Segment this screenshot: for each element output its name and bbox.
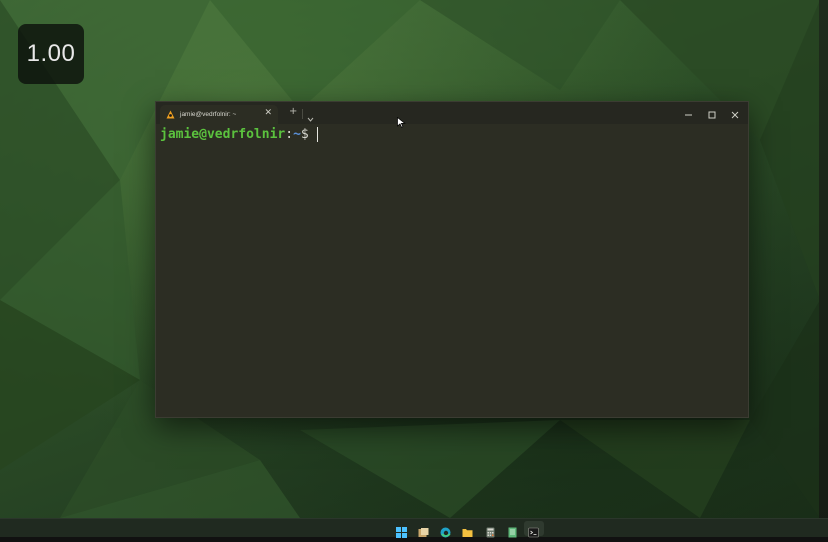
chevron-down-icon[interactable] — [307, 108, 314, 122]
terminal-icon[interactable] — [528, 523, 539, 538]
prompt-path: ~ — [293, 127, 301, 142]
maximize-icon[interactable] — [705, 106, 719, 119]
terminal-titlebar[interactable]: jamie@vedrfolnir: ~ ✕ + — [156, 102, 748, 124]
new-tab-button[interactable]: + — [289, 106, 297, 117]
taskbar — [0, 518, 828, 538]
tab-terminal[interactable]: jamie@vedrfolnir: ~ ✕ — [160, 105, 278, 124]
calculator-icon[interactable] — [485, 523, 496, 538]
prompt-colon: : — [285, 127, 294, 142]
tab-title: jamie@vedrfolnir: ~ — [180, 111, 237, 118]
tab-divider — [302, 109, 303, 119]
zoom-indicator: 1.00 — [18, 24, 84, 84]
tab-close-icon[interactable]: ✕ — [264, 108, 272, 118]
shell-prompt: jamie@vedrfolnir: ~ $ — [160, 127, 318, 142]
terminal-window[interactable]: jamie@vedrfolnir: ~ ✕ + jamie@vedrfolnir… — [155, 101, 749, 418]
linux-penguin-icon — [166, 110, 175, 119]
minimize-icon[interactable] — [682, 106, 696, 118]
text-cursor — [316, 127, 318, 142]
file-explorer-icon[interactable] — [418, 523, 429, 537]
start-icon[interactable] — [396, 523, 407, 538]
terminal-output[interactable]: jamie@vedrfolnir: ~ $ — [156, 124, 748, 417]
screen-edge — [819, 0, 828, 536]
close-icon[interactable] — [728, 106, 742, 119]
prompt-symbol: $ — [300, 127, 309, 142]
edge-icon[interactable] — [440, 523, 451, 538]
prompt-user-host: jamie@vedrfolnir — [160, 127, 286, 142]
folder-icon[interactable] — [462, 523, 473, 537]
notepad-icon[interactable] — [507, 523, 518, 538]
mouse-pointer-icon — [397, 117, 406, 128]
